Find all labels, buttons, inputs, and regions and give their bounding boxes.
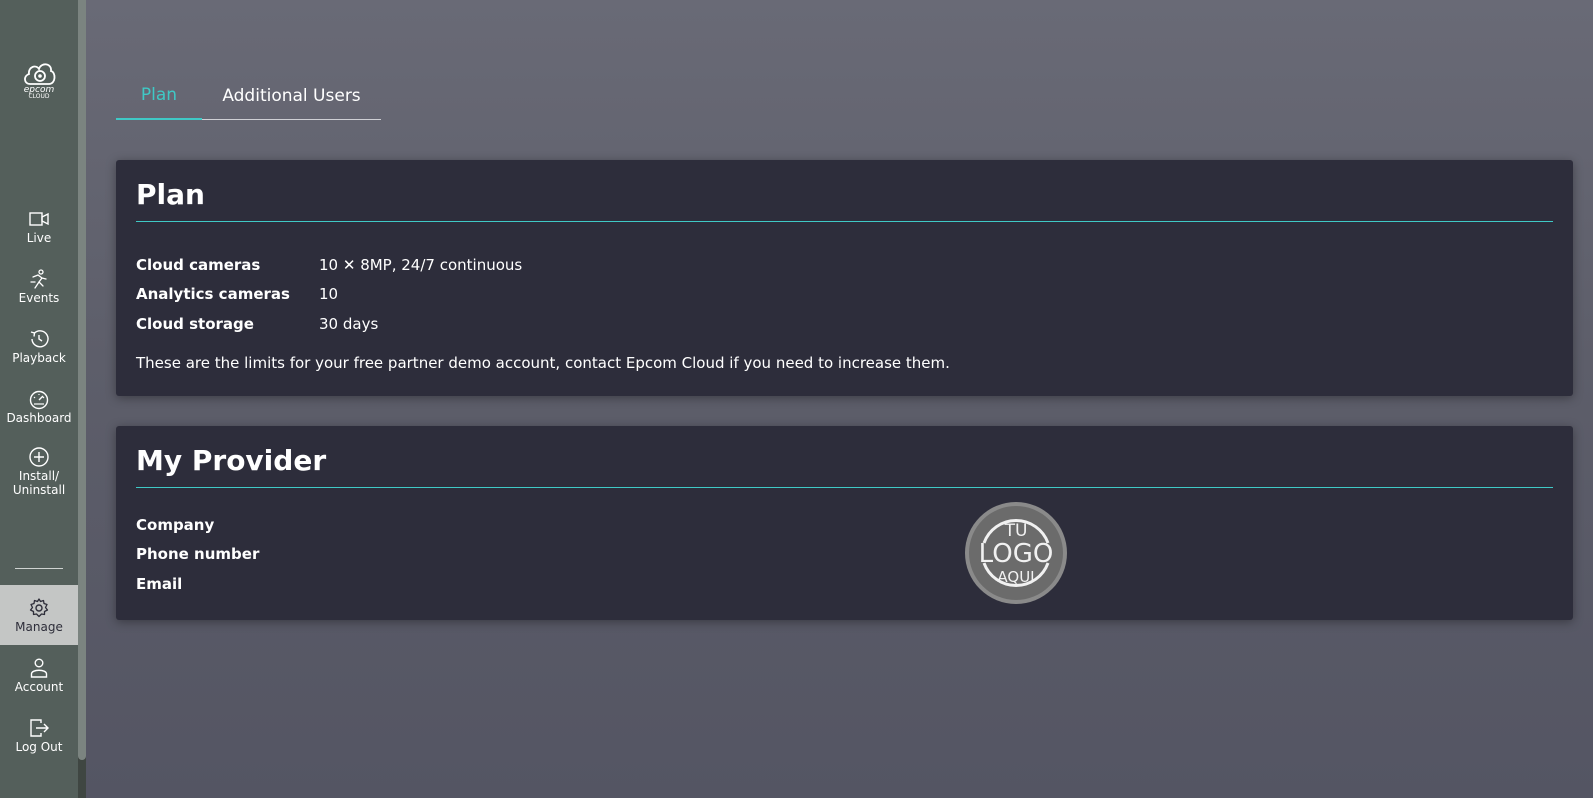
plus-circle-icon: [29, 446, 49, 467]
provider-card: My Provider Company Phone number Email T…: [116, 426, 1573, 620]
history-icon: [30, 329, 49, 347]
gauge-icon: [29, 390, 49, 409]
provider-logo-placeholder: TU LOGO AQUI: [965, 502, 1067, 604]
nav-label-live: Live: [26, 230, 52, 245]
sidebar-scrollbar-thumb[interactable]: [78, 0, 86, 760]
logo-text-top: TU: [1004, 521, 1028, 541]
logo-text-middle: LOGO: [979, 539, 1054, 569]
nav-label-dashboard: Dashboard: [6, 410, 72, 425]
nav-label-install-line1: Install/: [18, 468, 60, 483]
sidebar: epcom CLOUD Live Events Playback Dashboa…: [0, 0, 78, 798]
nav-label-account: Account: [14, 679, 64, 694]
running-person-icon: [30, 268, 47, 289]
nav-item-account[interactable]: Account: [0, 645, 78, 705]
logo-text-bottom: AQUI: [997, 568, 1034, 586]
user-icon: [30, 658, 48, 678]
plan-key: Analytics cameras: [136, 285, 290, 304]
logout-icon: [30, 718, 49, 737]
provider-title: My Provider: [136, 426, 1553, 488]
plan-details: Cloud cameras 10 ✕ 8MP, 24/7 continuous …: [136, 250, 1553, 339]
tab-bar: Plan Additional Users: [116, 72, 381, 120]
gear-icon: [29, 597, 49, 617]
provider-phone: Phone number: [136, 545, 260, 564]
nav-item-manage[interactable]: Manage: [0, 585, 78, 645]
plan-value: 30 days: [319, 314, 379, 333]
plan-value: 10: [319, 285, 339, 304]
plan-row-cloud-cameras: Cloud cameras 10 ✕ 8MP, 24/7 continuous: [136, 250, 1553, 280]
plan-row-analytics-cameras: Analytics cameras 10: [136, 280, 1553, 310]
plan-row-cloud-storage: Cloud storage 30 days: [136, 309, 1553, 339]
nav-item-dashboard[interactable]: Dashboard: [0, 376, 78, 436]
provider-email: Email: [136, 574, 183, 593]
nav-label-install-line2: Uninstall: [12, 482, 66, 497]
plan-limits-note: These are the limits for your free partn…: [136, 353, 950, 372]
camera-icon: [29, 211, 49, 226]
brand-sub: CLOUD: [28, 93, 50, 100]
plan-key: Cloud storage: [136, 314, 254, 333]
cloud-camera-logo-icon: [24, 63, 56, 85]
nav-item-logout[interactable]: Log Out: [0, 705, 78, 765]
plan-card: Plan Cloud cameras 10 ✕ 8MP, 24/7 contin…: [116, 160, 1573, 396]
nav-label-events: Events: [18, 290, 60, 305]
tab-plan[interactable]: Plan: [116, 72, 202, 120]
nav-label-logout: Log Out: [15, 739, 63, 754]
main-nav: Live Events Playback Dashboard Install/ …: [0, 196, 78, 506]
nav-label-playback: Playback: [12, 350, 66, 365]
tab-additional-users[interactable]: Additional Users: [202, 72, 381, 120]
nav-divider: [15, 568, 63, 569]
brand-logo[interactable]: epcom CLOUD: [19, 58, 59, 104]
provider-details: Company Phone number Email: [136, 510, 1553, 599]
plan-value: 10 ✕ 8MP, 24/7 continuous: [319, 255, 523, 274]
nav-item-live[interactable]: Live: [0, 196, 78, 256]
nav-item-playback[interactable]: Playback: [0, 316, 78, 376]
provider-company: Company: [136, 515, 215, 534]
nav-item-install[interactable]: Install/ Uninstall: [0, 436, 78, 506]
nav-item-events[interactable]: Events: [0, 256, 78, 316]
plan-key: Cloud cameras: [136, 255, 261, 274]
plan-title: Plan: [136, 160, 1553, 222]
nav-label-manage: Manage: [15, 619, 63, 634]
bottom-nav: Manage Account Log Out: [0, 585, 78, 765]
